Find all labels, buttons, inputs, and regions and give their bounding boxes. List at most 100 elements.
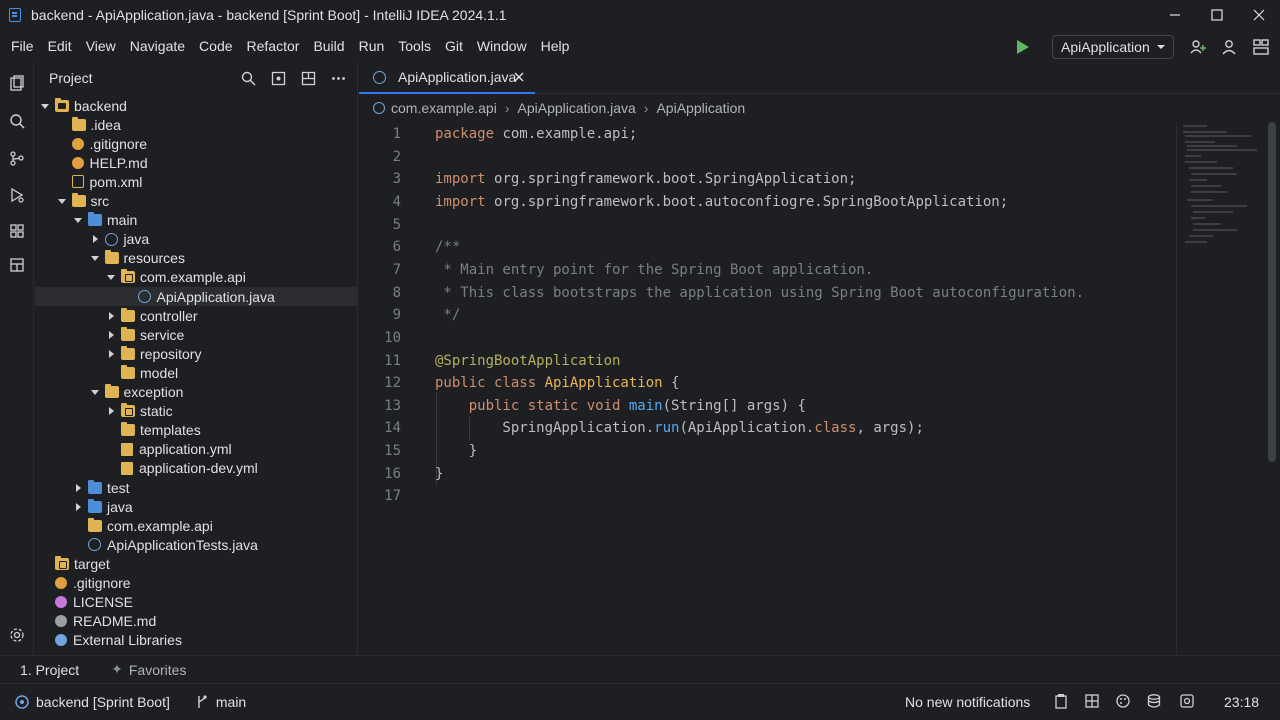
- menu-tools[interactable]: Tools: [391, 30, 438, 62]
- chevron-right-icon[interactable]: [105, 310, 117, 322]
- code-line[interactable]: import org.springframework.boot.autoconf…: [435, 194, 1008, 210]
- close-window-button[interactable]: [1238, 0, 1280, 30]
- chevron-down-icon[interactable]: [89, 386, 101, 398]
- run-button[interactable]: [1012, 37, 1034, 57]
- tree-item[interactable]: exception: [35, 383, 358, 402]
- project-tool-icon[interactable]: [8, 74, 26, 92]
- menu-view[interactable]: View: [79, 30, 123, 62]
- search-tool-icon[interactable]: [8, 112, 26, 130]
- line-number[interactable]: 7: [359, 262, 401, 278]
- close-tab-icon[interactable]: [513, 71, 525, 83]
- tree-item[interactable]: application-dev.yml: [35, 459, 358, 478]
- chevron-right-icon[interactable]: [105, 348, 117, 360]
- code-minimap[interactable]: [1176, 122, 1266, 654]
- more-options-icon[interactable]: [330, 70, 346, 86]
- line-number[interactable]: 9: [359, 307, 401, 323]
- tree-item[interactable]: com.example.api: [35, 516, 358, 535]
- tab-apiapplication-java[interactable]: ApiApplication.java: [359, 62, 535, 94]
- code-line[interactable]: public static void main(String[] args) {: [435, 398, 806, 414]
- status-branch[interactable]: main: [216, 694, 246, 710]
- breadcrumb-file[interactable]: ApiApplication.java: [518, 100, 636, 116]
- project-panel-title[interactable]: Project: [49, 70, 93, 86]
- chevron-right-icon[interactable]: [105, 329, 117, 341]
- menu-navigate[interactable]: Navigate: [123, 30, 192, 62]
- tree-item[interactable]: src: [35, 192, 358, 211]
- run-configuration-select[interactable]: ApiApplication: [1052, 35, 1174, 59]
- bottom-tab-favorites[interactable]: Favorites: [129, 662, 187, 678]
- tree-item[interactable]: application.yml: [35, 440, 358, 459]
- run-debug-tool-icon[interactable]: [8, 186, 26, 204]
- chevron-down-icon[interactable]: [56, 195, 68, 207]
- tree-item[interactable]: static: [35, 402, 358, 421]
- tree-item[interactable]: model: [35, 363, 358, 382]
- menu-file[interactable]: File: [4, 30, 41, 62]
- tree-item[interactable]: .gitignore: [35, 134, 358, 153]
- code-line[interactable]: * Main entry point for the Spring Boot a…: [435, 262, 873, 278]
- tree-item[interactable]: resources: [35, 249, 358, 268]
- chevron-right-icon[interactable]: [72, 482, 84, 494]
- bottom-tab-project[interactable]: 1. Project: [20, 662, 79, 678]
- status-notifications[interactable]: No new notifications: [905, 694, 1030, 710]
- menu-run[interactable]: Run: [352, 30, 392, 62]
- chevron-right-icon[interactable]: [105, 405, 117, 417]
- code-line[interactable]: /**: [435, 239, 460, 255]
- breadcrumb-package[interactable]: com.example.api: [391, 100, 497, 116]
- chevron-down-icon[interactable]: [105, 271, 117, 283]
- structure-tool-icon[interactable]: [8, 222, 26, 240]
- plugin-icon[interactable]: [1178, 692, 1196, 710]
- line-number[interactable]: 5: [359, 217, 401, 233]
- layout-icon[interactable]: [1251, 37, 1271, 57]
- maximize-button[interactable]: [1196, 0, 1238, 30]
- line-number[interactable]: 4: [359, 194, 401, 210]
- line-number[interactable]: 11: [359, 353, 401, 369]
- tree-item[interactable]: controller: [35, 306, 358, 325]
- tree-item[interactable]: test: [35, 478, 358, 497]
- collapse-all-icon[interactable]: [300, 70, 316, 86]
- menu-help[interactable]: Help: [534, 30, 577, 62]
- chevron-down-icon[interactable]: [89, 252, 101, 264]
- code-line[interactable]: */: [435, 307, 460, 323]
- chevron-down-icon[interactable]: [72, 214, 84, 226]
- tree-item[interactable]: ApiApplication.java: [35, 287, 358, 306]
- tree-item[interactable]: main: [35, 211, 358, 230]
- line-number[interactable]: 12: [359, 375, 401, 391]
- code-line[interactable]: * This class bootstraps the application …: [435, 285, 1084, 301]
- menu-window[interactable]: Window: [470, 30, 534, 62]
- minimize-button[interactable]: [1154, 0, 1196, 30]
- commit-tool-icon[interactable]: [8, 149, 26, 167]
- account-icon[interactable]: [1219, 37, 1239, 57]
- tree-item[interactable]: java: [35, 497, 358, 516]
- line-number[interactable]: 16: [359, 466, 401, 482]
- line-number[interactable]: 2: [359, 149, 401, 165]
- menu-code[interactable]: Code: [192, 30, 239, 62]
- tree-item[interactable]: target: [35, 554, 358, 573]
- line-number[interactable]: 6: [359, 239, 401, 255]
- breadcrumb-class[interactable]: ApiApplication: [656, 100, 745, 116]
- clipboard-icon[interactable]: [1052, 692, 1070, 710]
- chevron-right-icon[interactable]: [72, 501, 84, 513]
- code-line[interactable]: import org.springframework.boot.SpringAp…: [435, 171, 856, 187]
- tree-item[interactable]: .idea: [35, 115, 358, 134]
- code-editor[interactable]: package com.example.api; import org.sprin…: [435, 122, 1165, 654]
- tree-item[interactable]: External Libraries: [35, 631, 358, 650]
- tree-item[interactable]: LICENSE: [35, 593, 358, 612]
- code-line[interactable]: package com.example.api;: [435, 126, 637, 142]
- line-number[interactable]: 1: [359, 126, 401, 142]
- tree-item[interactable]: README.md: [35, 612, 358, 631]
- line-number[interactable]: 15: [359, 443, 401, 459]
- color-palette-icon[interactable]: [1114, 692, 1132, 710]
- add-user-icon[interactable]: [1188, 37, 1208, 57]
- tree-item[interactable]: backend: [35, 96, 358, 115]
- select-opened-file-icon[interactable]: [270, 70, 286, 86]
- line-number[interactable]: 17: [359, 488, 401, 504]
- tree-item[interactable]: service: [35, 325, 358, 344]
- tree-item[interactable]: templates: [35, 421, 358, 440]
- code-line[interactable]: }: [435, 443, 477, 459]
- tree-item[interactable]: HELP.md: [35, 153, 358, 172]
- database-icon[interactable]: [1145, 692, 1163, 710]
- bookmarks-tool-icon[interactable]: [8, 256, 26, 274]
- menu-git[interactable]: Git: [438, 30, 470, 62]
- settings-gear-icon[interactable]: [8, 626, 26, 644]
- code-line[interactable]: }: [435, 466, 443, 482]
- tree-item[interactable]: java: [35, 230, 358, 249]
